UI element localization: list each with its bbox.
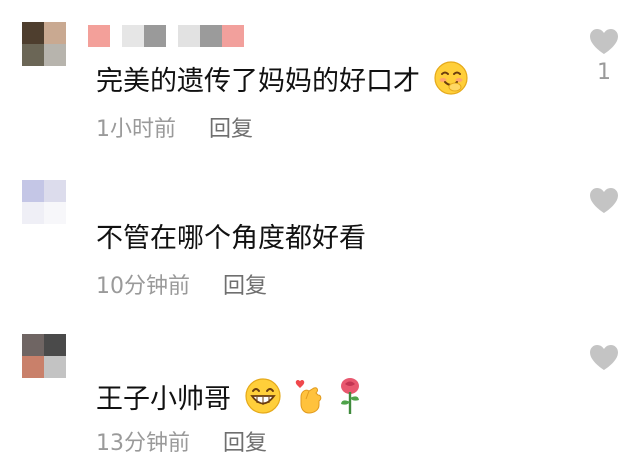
reply-button[interactable]: 回复 bbox=[223, 273, 267, 301]
reply-button[interactable]: 回复 bbox=[209, 116, 253, 144]
like-button[interactable] bbox=[586, 187, 622, 220]
comment-text: 王子小帅哥 bbox=[96, 376, 363, 425]
comment-item-2: 不管在哪个角度都好看 10分钟前 回复 bbox=[0, 160, 640, 320]
avatar-pixel bbox=[22, 334, 44, 356]
heart-icon bbox=[590, 29, 618, 54]
username-pixel bbox=[122, 25, 144, 47]
avatar[interactable] bbox=[22, 22, 66, 66]
comment-meta: 10分钟前 回复 bbox=[96, 273, 267, 301]
heart-icon bbox=[590, 345, 618, 370]
comment-meta: 13分钟前 回复 bbox=[96, 430, 267, 458]
timestamp: 13分钟前 bbox=[96, 431, 190, 456]
comment-text-content: 完美的遗传了妈妈的好口才 bbox=[96, 66, 420, 97]
username-gap bbox=[110, 25, 122, 47]
comment-text: 不管在哪个角度都好看 bbox=[96, 222, 366, 256]
avatar[interactable] bbox=[22, 180, 66, 224]
rose-emoji bbox=[337, 376, 363, 425]
comment-text: 完美的遗传了妈妈的好口才 bbox=[96, 60, 469, 105]
username-gap bbox=[166, 25, 178, 47]
heart-icon bbox=[590, 188, 618, 213]
grin-emoji bbox=[244, 377, 282, 424]
finger-heart-emoji bbox=[294, 377, 324, 424]
avatar-pixel bbox=[44, 22, 66, 44]
timestamp: 10分钟前 bbox=[96, 274, 190, 299]
comment-item-1: 完美的遗传了妈妈的好口才 1小时前 回复 1 bbox=[0, 0, 640, 160]
shy-smile-emoji bbox=[433, 60, 469, 105]
username-pixel bbox=[144, 25, 166, 47]
username-pixel bbox=[200, 25, 222, 47]
comment-meta: 1小时前 回复 bbox=[96, 116, 253, 144]
avatar-pixel bbox=[22, 44, 44, 66]
comment-item-3: 王子小帅哥 13分钟前 回复 bbox=[0, 320, 640, 468]
avatar-pixel bbox=[22, 180, 44, 202]
comment-text-content: 不管在哪个角度都好看 bbox=[96, 223, 366, 254]
avatar-pixel bbox=[44, 334, 66, 356]
username-mosaic[interactable] bbox=[88, 25, 244, 47]
avatar-pixel bbox=[22, 202, 44, 224]
avatar-pixel bbox=[22, 22, 44, 44]
like-button[interactable] bbox=[586, 344, 622, 377]
username-pixel bbox=[178, 25, 200, 47]
like-button[interactable]: 1 bbox=[586, 28, 622, 85]
reply-button[interactable]: 回复 bbox=[223, 430, 267, 458]
avatar-pixel bbox=[44, 44, 66, 66]
username-pixel bbox=[88, 25, 110, 47]
comment-text-content: 王子小帅哥 bbox=[96, 384, 231, 415]
avatar-pixel bbox=[44, 356, 66, 378]
avatar-pixel bbox=[22, 356, 44, 378]
avatar-pixel bbox=[44, 180, 66, 202]
timestamp: 1小时前 bbox=[96, 117, 176, 142]
avatar-pixel bbox=[44, 202, 66, 224]
avatar[interactable] bbox=[22, 334, 66, 378]
like-count: 1 bbox=[597, 60, 611, 85]
username-pixel bbox=[222, 25, 244, 47]
